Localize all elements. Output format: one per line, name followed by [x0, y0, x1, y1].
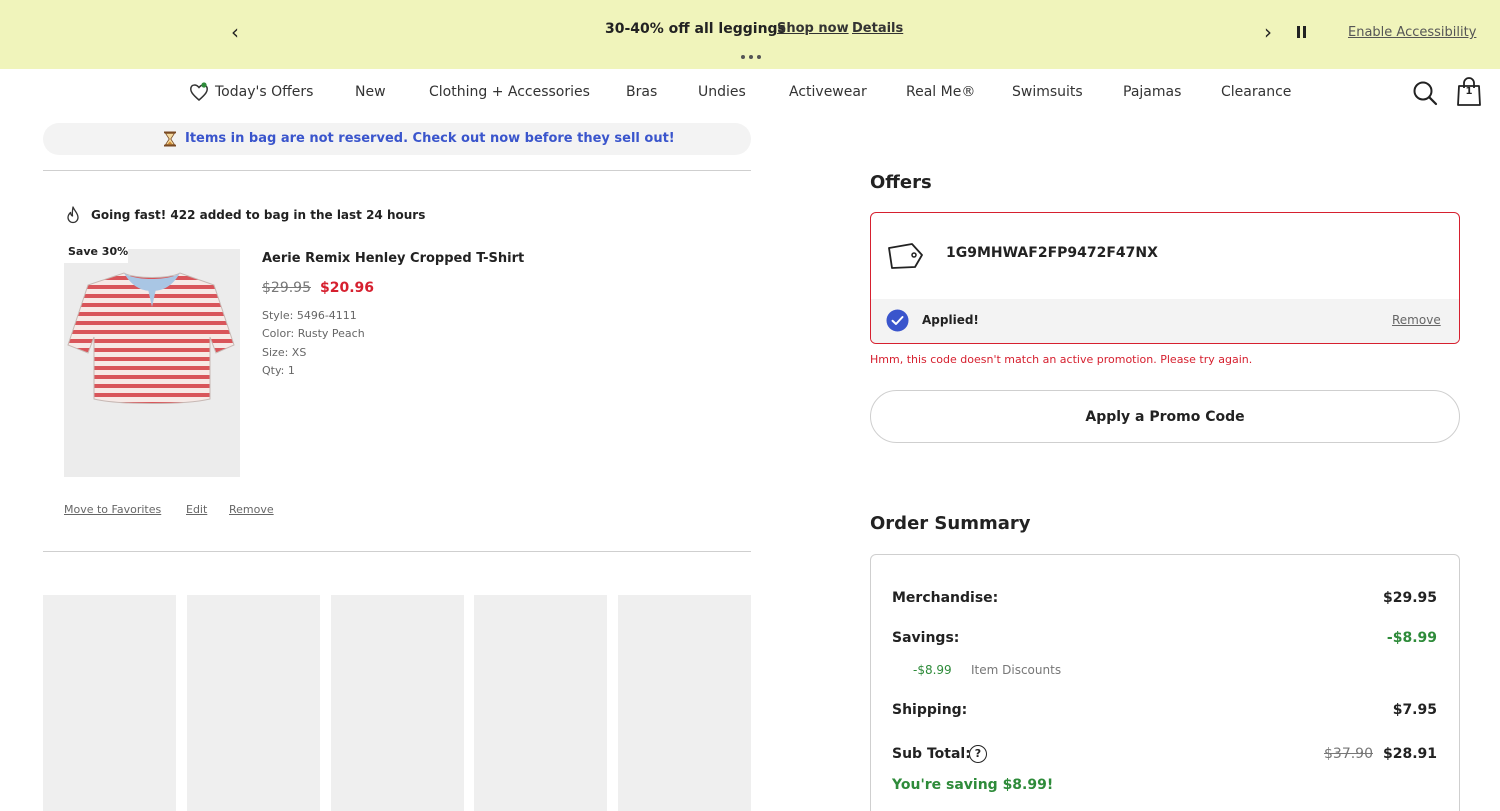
saving-message: You're saving $8.99! [892, 777, 1054, 793]
enable-accessibility-link[interactable]: Enable Accessibility [1348, 25, 1476, 40]
recommendation-placeholder [43, 595, 176, 811]
nav-item-clearance[interactable]: Clearance [1221, 84, 1291, 100]
checkmark-icon [886, 309, 909, 332]
help-icon[interactable]: ? [969, 745, 987, 763]
product-style: Style: 5496-4111 [262, 309, 357, 322]
product-qty: Qty: 1 [262, 364, 295, 377]
nav-item-pajamas[interactable]: Pajamas [1123, 84, 1181, 100]
shipping-label: Shipping: [892, 702, 968, 718]
original-price: $29.95 [262, 280, 311, 296]
recommendation-placeholder [331, 595, 464, 811]
promo-error-message: Hmm, this code doesn't match an active p… [870, 353, 1253, 366]
item-discount-value: -$8.99 [913, 663, 952, 677]
shipping-value: $7.95 [1392, 702, 1437, 718]
remove-item-link[interactable]: Remove [229, 503, 274, 516]
promo-message: 30-40% off all leggings [605, 21, 786, 37]
promo-code-value: 1G9MHWAF2FP9472F47NX [946, 245, 1158, 261]
subtotal-label: Sub Total: [892, 746, 971, 762]
divider [43, 551, 751, 552]
nav-item-bras[interactable]: Bras [626, 84, 657, 100]
nav-item-swimsuits[interactable]: Swimsuits [1012, 84, 1083, 100]
search-icon[interactable] [1411, 79, 1439, 107]
going-fast-message: Going fast! 422 added to bag in the last… [91, 208, 426, 222]
product-color: Color: Rusty Peach [262, 327, 365, 340]
promo-prev-button[interactable]: ‹ [224, 20, 246, 44]
save-badge: Save 30% [60, 243, 128, 263]
promo-next-button[interactable]: › [1257, 20, 1279, 44]
striped-tshirt-image [67, 272, 235, 404]
remove-offer-link[interactable]: Remove [1392, 313, 1441, 327]
subtotal-original: $37.90 [1324, 746, 1373, 762]
recommendation-placeholder [618, 595, 751, 811]
price-tag-icon [888, 243, 923, 269]
applied-status: Applied! [922, 313, 979, 327]
heart-tag-icon [190, 82, 208, 101]
hourglass-icon [164, 131, 176, 147]
nav-item-undies[interactable]: Undies [698, 84, 746, 100]
move-to-favorites-link[interactable]: Move to Favorites [64, 503, 161, 516]
nav-item-clothing-accessories[interactable]: Clothing + Accessories [429, 84, 590, 100]
product-size: Size: XS [262, 346, 307, 359]
product-image[interactable] [64, 249, 240, 477]
bag-count-badge: 1 [1465, 86, 1473, 97]
carousel-dots[interactable] [741, 55, 761, 59]
divider [43, 170, 751, 171]
item-discount-label: Item Discounts [971, 663, 1062, 677]
nav-item-new[interactable]: New [355, 84, 386, 100]
order-summary-heading: Order Summary [870, 513, 1031, 534]
product-name[interactable]: Aerie Remix Henley Cropped T-Shirt [262, 251, 524, 266]
apply-promo-code-button[interactable]: Apply a Promo Code [870, 390, 1460, 443]
nav-item-activewear[interactable]: Activewear [789, 84, 867, 100]
pause-icon[interactable] [1297, 26, 1309, 39]
flame-icon [67, 206, 79, 224]
offers-heading: Offers [870, 172, 932, 193]
sale-price: $20.96 [320, 280, 375, 296]
details-link[interactable]: Details [852, 21, 903, 36]
main-nav: Today's Offers New Clothing + Accessorie… [0, 69, 1500, 119]
shop-now-link[interactable]: Shop now [777, 21, 849, 36]
reservation-notice-text: Items in bag are not reserved. Check out… [185, 131, 675, 146]
savings-value: -$8.99 [1386, 630, 1437, 646]
nav-item-real-me[interactable]: Real Me® [906, 84, 975, 100]
recommendation-placeholder [187, 595, 320, 811]
recommendation-placeholder [474, 595, 607, 811]
merchandise-label: Merchandise: [892, 590, 999, 606]
nav-item-todays-offers[interactable]: Today's Offers [215, 84, 313, 100]
subtotal-value: $28.91 [1382, 746, 1437, 762]
edit-item-link[interactable]: Edit [186, 503, 207, 516]
promo-banner: ‹ 30-40% off all leggings Shop now Detai… [0, 0, 1500, 69]
merchandise-value: $29.95 [1382, 590, 1437, 606]
savings-label: Savings: [892, 630, 960, 646]
